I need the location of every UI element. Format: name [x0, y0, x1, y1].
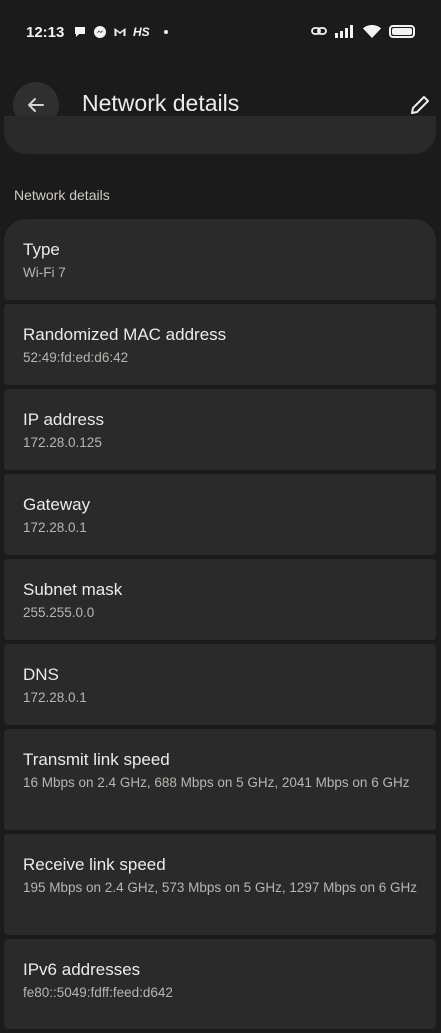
notification-dot-icon: [163, 30, 168, 34]
item-value: fe80::5049:fdff:feed:d642: [23, 985, 173, 1000]
section-header: Network details: [14, 187, 110, 203]
detail-item-ipv6-addresses[interactable]: IPv6 addresses fe80::5049:fdff:feed:d642: [4, 939, 436, 1029]
item-title: DNS: [23, 665, 59, 684]
previous-card-edge: [4, 116, 436, 154]
detail-item-gateway[interactable]: Gateway 172.28.0.1: [4, 474, 436, 555]
item-value: 52:49:fd:ed:d6:42: [23, 350, 129, 365]
system-icons: [311, 24, 415, 38]
status-time: 12:13: [26, 24, 65, 41]
detail-item-type[interactable]: Type Wi-Fi 7: [4, 219, 436, 300]
wifi-icon: [363, 25, 381, 38]
item-title: Randomized MAC address: [23, 325, 227, 344]
chat-bubble-icon: [75, 27, 85, 37]
hs-app-icon: HS: [133, 25, 150, 39]
detail-item-dns[interactable]: DNS 172.28.0.1: [4, 644, 436, 725]
detail-item-subnet-mask[interactable]: Subnet mask 255.255.0.0: [4, 559, 436, 640]
network-details-list: Type Wi-Fi 7 Randomized MAC address 52:4…: [4, 219, 436, 1033]
item-title: Type: [23, 240, 60, 259]
item-value: Wi-Fi 7: [23, 265, 66, 280]
item-title: IP address: [23, 410, 104, 429]
gmail-icon: [114, 28, 126, 36]
status-bar: 12:13 HS: [0, 0, 441, 70]
item-value: 172.28.0.125: [23, 435, 102, 450]
item-value: 172.28.0.1: [23, 690, 87, 705]
page-title: Network details: [82, 90, 240, 116]
detail-item-mac-address[interactable]: Randomized MAC address 52:49:fd:ed:d6:42: [4, 304, 436, 385]
item-title: Transmit link speed: [23, 750, 170, 769]
link-icon: [311, 27, 327, 35]
item-value: 195 Mbps on 2.4 GHz, 573 Mbps on 5 GHz, …: [23, 880, 417, 895]
pencil-edit-icon: [411, 96, 429, 114]
item-title: IPv6 addresses: [23, 960, 141, 979]
detail-item-receive-link-speed[interactable]: Receive link speed 195 Mbps on 2.4 GHz, …: [4, 834, 436, 935]
item-title: Gateway: [23, 495, 91, 514]
item-value: 172.28.0.1: [23, 520, 87, 535]
cellular-signal-icon: [335, 24, 353, 38]
item-value: 255.255.0.0: [23, 605, 95, 620]
arrow-back-icon: [28, 98, 44, 112]
detail-item-ip-address[interactable]: IP address 172.28.0.125: [4, 389, 436, 470]
messenger-icon: [94, 26, 106, 38]
battery-icon: [389, 24, 415, 38]
item-value: 16 Mbps on 2.4 GHz, 688 Mbps on 5 GHz, 2…: [23, 775, 410, 790]
notification-icons: HS: [73, 25, 168, 39]
item-title: Receive link speed: [23, 855, 166, 874]
detail-item-transmit-link-speed[interactable]: Transmit link speed 16 Mbps on 2.4 GHz, …: [4, 729, 436, 830]
item-title: Subnet mask: [23, 580, 123, 599]
